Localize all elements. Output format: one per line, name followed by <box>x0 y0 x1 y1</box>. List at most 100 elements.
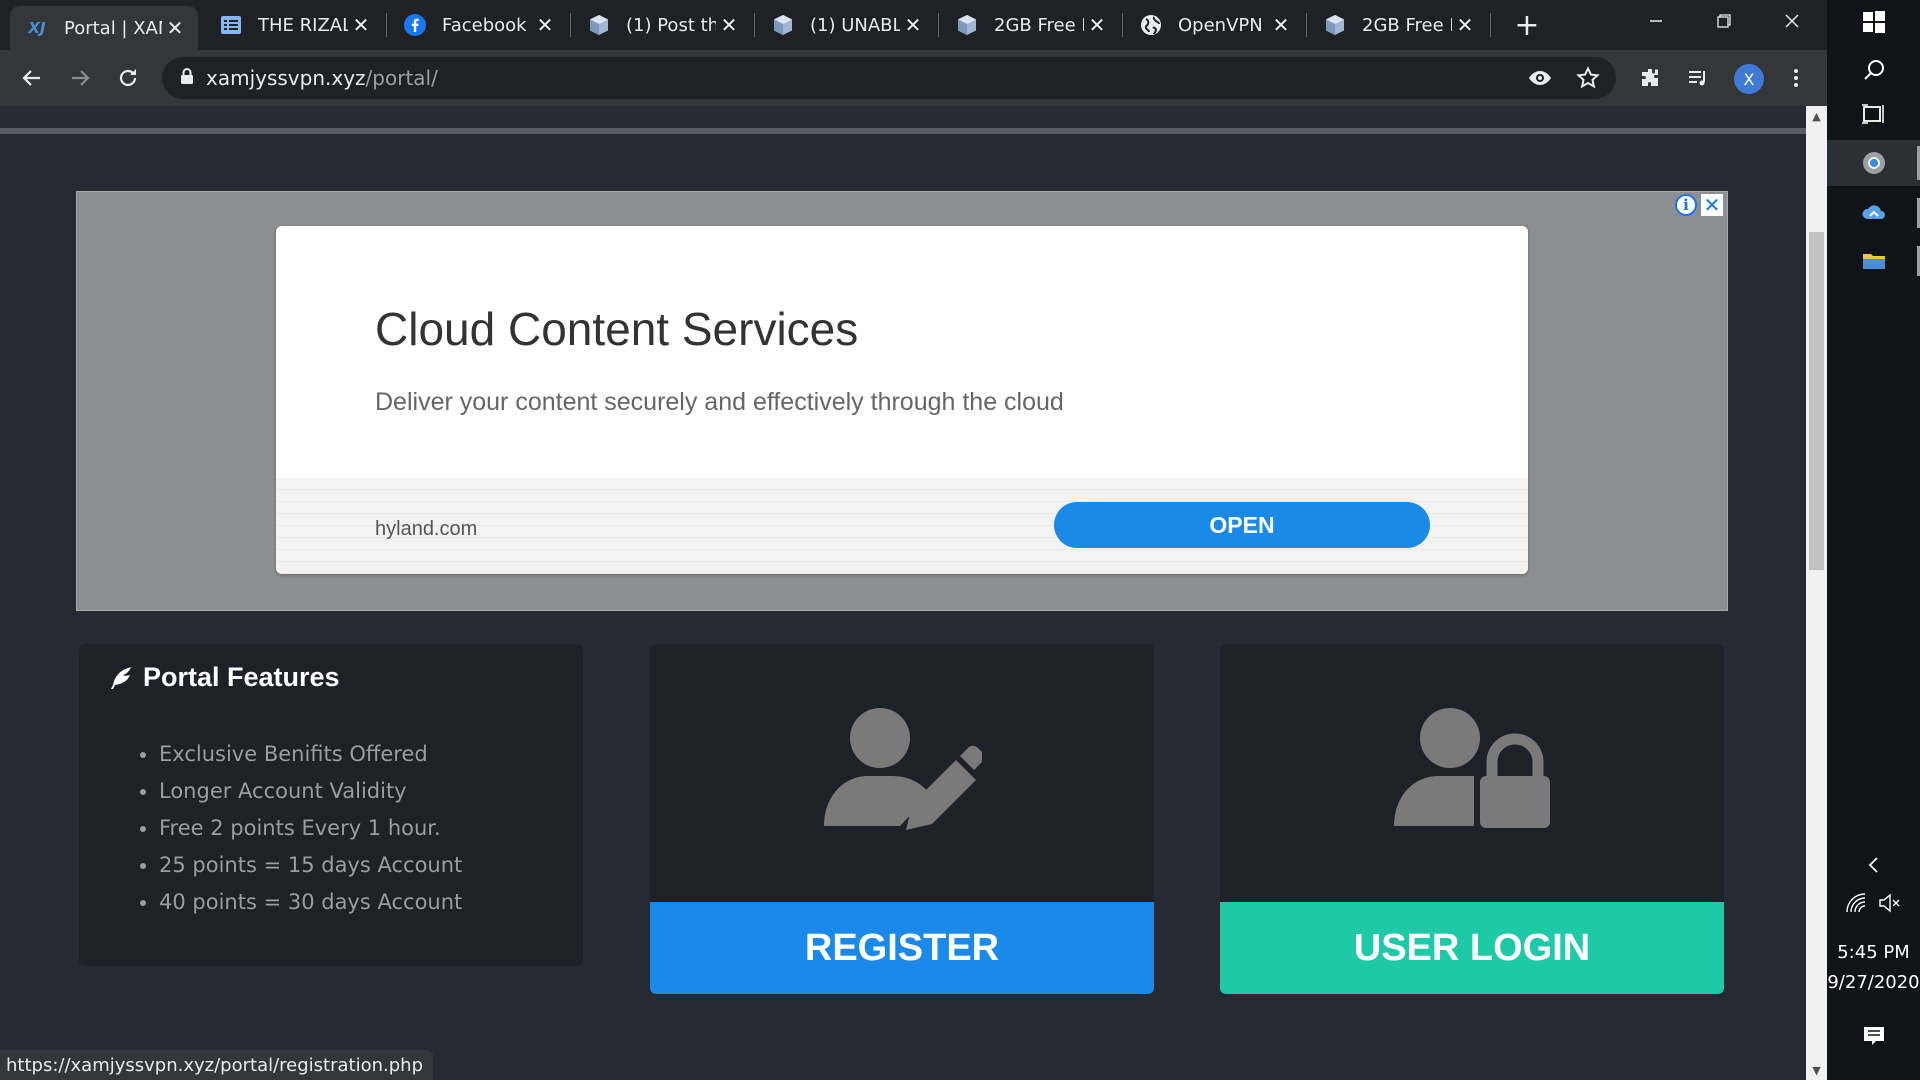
reload-button[interactable] <box>108 58 148 98</box>
new-tab-button[interactable]: + <box>1510 8 1544 43</box>
feature-item: Longer Account Validity <box>159 773 462 810</box>
panel-title-text: Portal Features <box>143 662 340 692</box>
eye-icon[interactable] <box>1520 58 1560 98</box>
portal-features-panel: Portal Features Exclusive Benifits Offer… <box>79 644 583 966</box>
media-queue-icon[interactable] <box>1678 58 1718 98</box>
notification-center-icon[interactable] <box>1827 1016 1920 1056</box>
profile-avatar[interactable]: X <box>1734 64 1764 94</box>
tab-close-icon[interactable]: ✕ <box>162 15 188 41</box>
clock-time: 5:45 PM <box>1837 942 1910 963</box>
register-card[interactable]: REGISTER <box>650 644 1154 994</box>
feature-item: 40 points = 30 days Account <box>159 884 462 921</box>
search-icon[interactable] <box>1827 48 1920 92</box>
url-host: xamjyssvpn.xyz <box>206 66 366 90</box>
ad-info-icon[interactable]: i <box>1675 194 1697 216</box>
bookmark-star-icon[interactable] <box>1568 58 1608 98</box>
ad-domain: hyland.com <box>375 518 478 540</box>
feature-item: Free 2 points Every 1 hour. <box>159 810 462 847</box>
lock-icon[interactable] <box>180 67 194 89</box>
restore-button[interactable] <box>1694 0 1754 42</box>
tab-title: Portal | XAMJYSS <box>64 17 162 39</box>
tab-separator <box>1122 13 1123 37</box>
reload-icon <box>119 69 137 87</box>
ad-card[interactable]: Cloud Content Services Deliver your cont… <box>276 226 1528 574</box>
forward-button[interactable] <box>60 58 100 98</box>
feather-icon <box>109 665 135 691</box>
url-path: /portal/ <box>365 66 438 90</box>
tab-2gb-free-2[interactable]: 2GB Free Files ✕ <box>1308 7 1488 43</box>
chevron-left-icon[interactable] <box>1827 850 1920 880</box>
feature-item: 25 points = 15 days Account <box>159 847 462 884</box>
tab-close-icon[interactable]: ✕ <box>348 12 374 38</box>
ad-open-button[interactable]: OPEN <box>1054 502 1430 548</box>
features-list: Exclusive Benifits Offered Longer Accoun… <box>129 736 462 921</box>
clock-date: 9/27/2020 <box>1827 972 1920 993</box>
cube-icon <box>954 12 980 38</box>
cube-icon <box>1322 12 1348 38</box>
tab-separator <box>570 13 571 37</box>
user-login-button[interactable]: USER LOGIN <box>1220 902 1724 994</box>
address-bar[interactable]: xamjyssvpn.xyz/portal/ <box>162 57 1616 99</box>
tab-close-icon[interactable]: ✕ <box>532 12 558 38</box>
tab-portal[interactable]: XJ Portal | XAMJYSS ✕ <box>10 6 198 50</box>
ad-description: Deliver your content securely and effect… <box>375 388 1064 416</box>
close-window-button[interactable] <box>1762 0 1822 42</box>
tab-close-icon[interactable]: ✕ <box>1084 12 1110 38</box>
user-edit-icon <box>650 704 1154 834</box>
browser-toolbar: xamjyssvpn.xyz/portal/ X <box>0 50 1827 106</box>
volume-muted-icon[interactable] <box>1843 886 1920 920</box>
ad-close-icon[interactable]: ✕ <box>1701 193 1723 217</box>
tab-title: (1) UNABLE <box>810 14 900 36</box>
feature-item: Exclusive Benifits Offered <box>159 736 462 773</box>
back-button[interactable] <box>12 58 52 98</box>
windows-taskbar: 5:45 PM 9/27/2020 <box>1827 0 1920 1080</box>
tab-separator <box>754 13 755 37</box>
tab-openvpn[interactable]: OpenVPN ✕ <box>1124 7 1304 43</box>
system-clock[interactable]: 5:45 PM 9/27/2020 <box>1827 938 1920 998</box>
tab-title: OpenVPN <box>1178 14 1263 36</box>
top-divider <box>0 128 1806 134</box>
tab-2gb-free-1[interactable]: 2GB Free Files ✕ <box>940 7 1120 43</box>
tab-separator <box>386 13 387 37</box>
user-lock-icon <box>1220 704 1724 834</box>
tab-separator <box>1490 13 1491 37</box>
arrow-left-icon <box>22 70 40 86</box>
ad-title[interactable]: Cloud Content Services <box>375 302 858 356</box>
kebab-menu-icon[interactable] <box>1776 58 1816 98</box>
tab-the-rizal[interactable]: THE RIZAL ✕ <box>204 7 384 43</box>
login-card[interactable]: USER LOGIN <box>1220 644 1724 994</box>
list-doc-icon <box>218 12 244 38</box>
tab-close-icon[interactable]: ✕ <box>1452 12 1478 38</box>
page-content: i ✕ Cloud Content Services Deliver your … <box>0 106 1806 1080</box>
tab-title: (1) Post thread <box>626 14 716 36</box>
file-explorer-icon[interactable] <box>1827 238 1920 284</box>
minimize-button[interactable] <box>1626 0 1686 42</box>
scroll-thumb[interactable] <box>1809 232 1824 570</box>
tab-title: THE RIZAL <box>258 14 348 36</box>
scroll-up-arrow-icon[interactable]: ▲ <box>1806 106 1827 126</box>
tab-separator <box>1306 13 1307 37</box>
tab-close-icon[interactable]: ✕ <box>1268 12 1294 38</box>
tab-strip: XJ Portal | XAMJYSS ✕ THE RIZAL ✕ Facebo… <box>0 0 1827 50</box>
extensions-icon[interactable] <box>1630 58 1670 98</box>
tab-facebook[interactable]: Facebook ✕ <box>388 7 568 43</box>
tab-title: 2GB Free Files <box>994 14 1084 36</box>
tab-title: Facebook <box>442 14 527 36</box>
facebook-icon <box>402 12 428 38</box>
tab-close-icon[interactable]: ✕ <box>716 12 742 38</box>
arrow-right-icon <box>72 70 90 86</box>
tab-unable[interactable]: (1) UNABLE ✕ <box>756 7 936 43</box>
xj-logo-icon: XJ <box>28 19 46 37</box>
tab-close-icon[interactable]: ✕ <box>900 12 926 38</box>
task-view-icon[interactable] <box>1827 92 1920 136</box>
register-button[interactable]: REGISTER <box>650 902 1154 994</box>
windows-start-icon[interactable] <box>1827 0 1920 44</box>
status-bar-url: https://xamjyssvpn.xyz/portal/registrati… <box>0 1050 433 1080</box>
vertical-scrollbar[interactable]: ▲ ▼ <box>1806 106 1827 1080</box>
chrome-taskbar-icon[interactable] <box>1827 140 1920 186</box>
scroll-down-arrow-icon[interactable]: ▼ <box>1806 1060 1827 1080</box>
ad-banner[interactable]: i ✕ Cloud Content Services Deliver your … <box>76 191 1728 611</box>
cloud-sync-icon[interactable] <box>1827 190 1920 236</box>
tab-title: 2GB Free Files <box>1362 14 1452 36</box>
tab-post-thread[interactable]: (1) Post thread ✕ <box>572 7 752 43</box>
